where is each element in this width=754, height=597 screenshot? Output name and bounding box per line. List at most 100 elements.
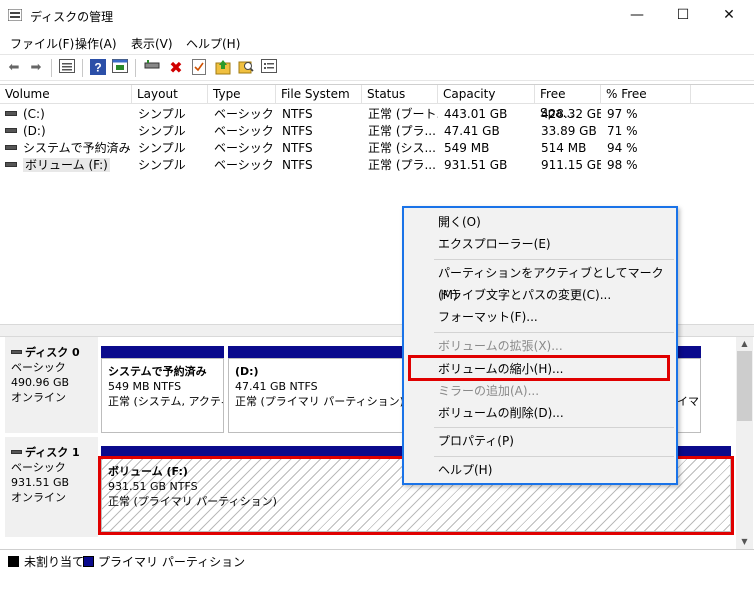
column-header-percent-free[interactable]: % Free (601, 85, 691, 104)
primary-partition-swatch (83, 556, 94, 567)
check-icon[interactable] (190, 59, 208, 77)
console-icon[interactable] (260, 59, 278, 77)
column-header-volume[interactable]: Volume (0, 85, 132, 104)
type-cell: ベーシック (214, 124, 274, 138)
import-icon[interactable] (214, 59, 232, 77)
volume-name: ボリューム (F:) (23, 158, 110, 172)
legend-primary-partition: プライマリ パーティション (98, 555, 246, 569)
disk-icon (11, 450, 22, 454)
connect-icon[interactable] (143, 59, 161, 77)
partition-status: 正常 (システム, アクティ (108, 395, 224, 408)
menu-action[interactable]: 操作(A) (75, 35, 117, 52)
volume-name: システムで予約済み (23, 141, 131, 155)
menu-item-mark-active[interactable]: パーティションをアクティブとしてマーク(M) (404, 262, 676, 302)
volume-list-header: Volume Layout Type File System Status Ca… (0, 85, 754, 120)
percent-free-cell: 97 % (607, 107, 638, 121)
volume-cell: (C:) (5, 106, 132, 123)
menu-separator (434, 456, 674, 457)
minimize-button[interactable]: — (614, 0, 660, 31)
percent-free-cell: 98 % (607, 158, 638, 172)
legend-unallocated: 未割り当て (24, 555, 85, 569)
column-header-capacity[interactable]: Capacity (438, 85, 535, 104)
disk-1-label[interactable]: ディスク 1 ベーシック 931.51 GB オンライン (5, 437, 98, 537)
partition-size: 47.41 GB NTFS (235, 380, 318, 393)
status-cell: 正常 (シス... (368, 141, 436, 155)
list-view-icon[interactable] (58, 59, 76, 77)
disk-pane-scrollbar[interactable]: ▲ ▼ (736, 337, 753, 549)
drive-icon (5, 145, 17, 150)
volume-name: (C:) (23, 107, 45, 121)
column-header-file-system[interactable]: File System (276, 85, 362, 104)
menu-item-help[interactable]: ヘルプ(H) (404, 459, 676, 481)
scroll-thumb[interactable] (737, 351, 752, 421)
status-cell: 正常 (ブート... (368, 107, 438, 121)
column-header-type[interactable]: Type (208, 85, 276, 104)
partition-spacer (677, 364, 700, 394)
menu-item-open[interactable]: 開く(O) (404, 211, 676, 233)
menu-item-format[interactable]: フォーマット(F)... (404, 306, 676, 328)
column-header-layout[interactable]: Layout (132, 85, 208, 104)
partition-status: 正常 (プライマリ パーティション) (235, 395, 404, 408)
help-icon[interactable]: ? (89, 59, 107, 77)
forward-icon[interactable]: ➡ (27, 59, 45, 77)
capacity-cell: 47.41 GB (444, 124, 500, 138)
file-system-cell: NTFS (282, 158, 313, 172)
menu-separator (434, 259, 674, 260)
partition-system-reserved[interactable]: システムで予約済み 549 MB NTFS 正常 (システム, アクティ (101, 358, 224, 433)
capacity-cell: 549 MB (444, 141, 490, 155)
layout-cell: シンプル (138, 158, 186, 172)
legend-bar: 未割り当て プライマリ パーティション (0, 549, 754, 571)
menu-item-change-drive-letter[interactable]: ドライブ文字とパスの変更(C)... (404, 284, 676, 306)
volume-row[interactable]: システムで予約済み シンプル ベーシック NTFS 正常 (シス... 549 … (0, 140, 754, 157)
partition-name: システムで予約済み (108, 365, 207, 378)
maximize-button[interactable]: ☐ (660, 0, 706, 31)
properties-icon[interactable] (111, 59, 129, 77)
svg-text:?: ? (94, 61, 101, 75)
menu-view[interactable]: 表示(V) (131, 35, 173, 52)
type-cell: ベーシック (214, 158, 274, 172)
menu-file[interactable]: ファイル(F) (10, 35, 74, 52)
volume-row-selected[interactable]: ボリューム (F:) シンプル ベーシック NTFS 正常 (プラ... 931… (0, 157, 754, 174)
drive-icon (5, 162, 17, 167)
capacity-cell: 443.01 GB (444, 107, 508, 121)
menu-help[interactable]: ヘルプ(H) (186, 35, 240, 52)
volume-row[interactable]: (D:) シンプル ベーシック NTFS 正常 (プラ... 47.41 GB … (0, 123, 754, 140)
column-header-free-space[interactable]: Free Spa... (535, 85, 601, 120)
delete-icon[interactable]: ✖ (167, 59, 185, 77)
menu-item-shrink-volume[interactable]: ボリュームの縮小(H)... (404, 358, 676, 380)
disk-icon (11, 350, 22, 354)
menu-item-properties[interactable]: プロパティ(P) (404, 430, 676, 452)
disk-type: ベーシック (11, 461, 66, 474)
column-header-status[interactable]: Status (362, 85, 438, 104)
status-cell: 正常 (プラ... (368, 158, 436, 172)
layout-cell: シンプル (138, 124, 186, 138)
disk-0-label[interactable]: ディスク 0 ベーシック 490.96 GB オンライン (5, 337, 98, 433)
volume-row[interactable]: (C:) シンプル ベーシック NTFS 正常 (ブート... 443.01 G… (0, 106, 754, 123)
unallocated-swatch (8, 556, 19, 567)
disk-name: ディスク 1 (25, 446, 80, 459)
scroll-down-icon[interactable]: ▼ (736, 535, 753, 549)
close-button[interactable]: ✕ (706, 0, 752, 31)
title-bar: ディスクの管理 — ☐ ✕ (0, 0, 754, 31)
menu-bar: ファイル(F) 操作(A) 表示(V) ヘルプ(H) (0, 31, 754, 53)
menu-item-delete-volume[interactable]: ボリュームの削除(D)... (404, 402, 676, 424)
menu-item-explorer[interactable]: エクスプローラー(E) (404, 233, 676, 255)
context-menu: 開く(O) エクスプローラー(E) パーティションをアクティブとしてマーク(M)… (402, 206, 678, 485)
percent-free-cell: 71 % (607, 124, 638, 138)
partition-d[interactable]: (D:) 47.41 GB NTFS 正常 (プライマリ パーティション) (228, 358, 404, 433)
toolbar-separator (51, 59, 52, 77)
scroll-up-icon[interactable]: ▲ (736, 337, 753, 351)
volume-name: (D:) (23, 124, 46, 138)
status-cell: 正常 (プラ... (368, 124, 436, 138)
menu-item-extend-volume: ボリュームの拡張(X)... (438, 339, 563, 353)
type-cell: ベーシック (214, 141, 274, 155)
back-icon[interactable]: ⬅ (5, 59, 23, 77)
volume-cell: ボリューム (F:) (5, 157, 132, 174)
volume-cell: システムで予約済み (5, 140, 132, 157)
disk-management-window: ディスクの管理 — ☐ ✕ ファイル(F) 操作(A) 表示(V) ヘルプ(H)… (0, 0, 754, 597)
partition-bar (101, 346, 224, 358)
disk-size: 490.96 GB (11, 376, 70, 389)
toolbar: ⬅ ➡ ? ✖ (0, 54, 754, 81)
file-system-cell: NTFS (282, 124, 313, 138)
search-icon[interactable] (237, 59, 255, 77)
